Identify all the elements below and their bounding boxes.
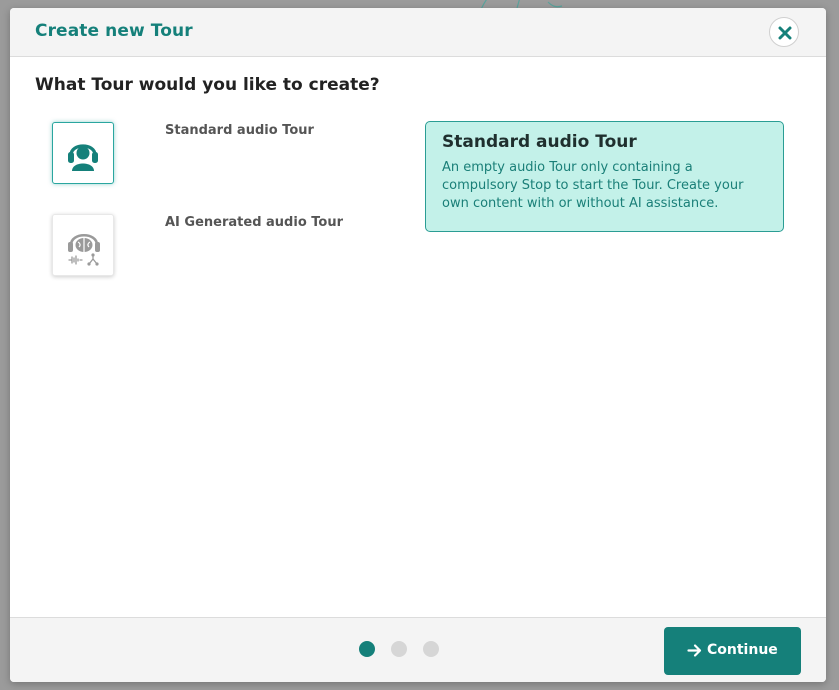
continue-button-label: Continue bbox=[707, 642, 778, 658]
selected-option-description-card: Standard audio Tour An empty audio Tour … bbox=[425, 121, 784, 232]
step-indicator-dot-3[interactable] bbox=[423, 641, 439, 657]
step-indicator-dot-1[interactable] bbox=[359, 641, 375, 657]
arrow-right-icon bbox=[687, 644, 702, 657]
dialog-header: Create new Tour bbox=[10, 8, 826, 57]
person-headphones-icon bbox=[68, 144, 98, 171]
step-indicator-dot-2[interactable] bbox=[391, 641, 407, 657]
close-button[interactable] bbox=[769, 17, 799, 47]
dialog-title: Create new Tour bbox=[35, 21, 193, 41]
create-tour-dialog: Create new Tour What Tour would you like… bbox=[10, 8, 826, 682]
option-standard-audio-tour-icon-button[interactable] bbox=[52, 122, 114, 184]
option-ai-generated-audio-tour-icon-button[interactable] bbox=[52, 214, 114, 276]
dialog-footer: Continue bbox=[10, 617, 826, 682]
tour-type-question: What Tour would you like to create? bbox=[35, 75, 380, 95]
option-ai-generated-audio-tour-label[interactable]: AI Generated audio Tour bbox=[165, 215, 343, 230]
continue-button[interactable]: Continue bbox=[664, 627, 801, 675]
description-title: Standard audio Tour bbox=[442, 132, 637, 152]
description-text: An empty audio Tour only containing a co… bbox=[442, 160, 744, 211]
ai-brain-headphones-icon bbox=[68, 233, 100, 266]
close-x-icon bbox=[778, 26, 792, 40]
option-standard-audio-tour-label[interactable]: Standard audio Tour bbox=[165, 123, 314, 138]
